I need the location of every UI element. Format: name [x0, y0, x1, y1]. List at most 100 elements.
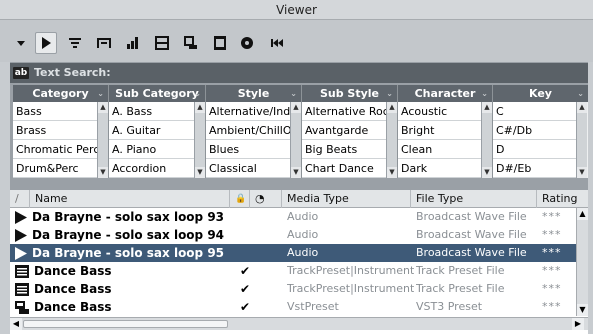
filter-item[interactable]: Brass [13, 121, 98, 140]
scroll-down-icon[interactable]: ▼ [577, 167, 587, 178]
row-rating[interactable]: *** [542, 208, 562, 226]
scroll-down-icon[interactable]: ▼ [482, 167, 492, 178]
filter-item[interactable]: C#/Db [493, 121, 577, 140]
scroll-down-icon[interactable]: ▼ [98, 167, 108, 178]
filter-item[interactable]: Ambient/ChillOut [206, 121, 291, 140]
scroll-up-icon[interactable]: ▲ [98, 102, 108, 113]
clock-icon[interactable]: ◔ [250, 190, 282, 208]
scroll-up-icon[interactable]: ▲ [577, 102, 587, 113]
scroll-up-icon[interactable]: ▲ [387, 102, 397, 113]
toolbar [0, 20, 593, 62]
filter-character[interactable]: Character ⌄ Acoustic Bright Clean Dark ▲ ▼ [398, 85, 493, 178]
horizontal-scrollbar[interactable]: ◀ ▶ [10, 317, 588, 330]
filter-scrollbar[interactable]: ▲ ▼ [481, 102, 492, 178]
table-row-selected-rest[interactable]: Audio Broadcast Wave File *** [228, 244, 576, 262]
filter-item[interactable]: Acoustic [398, 102, 482, 121]
filter-item[interactable]: D#/Eb [493, 159, 577, 178]
table-row[interactable]: Dance Bass ✔ VstPreset VST3 Preset *** [10, 298, 576, 316]
table-row[interactable]: Dance Bass ✔ TrackPreset|Instrument Trac… [10, 280, 576, 298]
filter-header-sub-style[interactable]: Sub Style ⌄ [302, 85, 397, 102]
table-row-selected[interactable]: Da Brayne - solo sax loop 95 [10, 244, 228, 262]
filter-style[interactable]: Style ⌄ Alternative/Indie Ambient/ChillOu… [206, 85, 302, 178]
filter-item[interactable]: A. Bass [109, 102, 194, 121]
filter-category[interactable]: Category ⌄ Bass Brass Chromatic Perc Drum… [13, 85, 109, 178]
scroll-left-icon[interactable]: ◀ [10, 318, 22, 330]
scroll-down-icon[interactable]: ▼ [195, 167, 205, 178]
scroll-up-icon[interactable]: ▲ [291, 102, 301, 113]
column-header-media-type[interactable]: Media Type [282, 190, 411, 208]
row-rating[interactable]: *** [542, 262, 562, 280]
scroll-thumb[interactable] [23, 320, 228, 328]
results-icon[interactable] [151, 32, 173, 54]
filter-scrollbar[interactable]: ▲ ▼ [194, 102, 205, 178]
scroll-down-icon[interactable]: ▼ [291, 167, 301, 178]
row-check: ✔ [240, 282, 251, 296]
column-header-name[interactable]: Name [30, 190, 230, 208]
row-name-label: Da Brayne - solo sax loop 93 [32, 210, 225, 224]
filter-scrollbar[interactable]: ▲ ▼ [576, 102, 587, 178]
filter-item[interactable]: Bass [13, 102, 98, 121]
scroll-up-icon[interactable]: ▲ [195, 102, 205, 113]
filter-view-icon[interactable] [93, 32, 115, 54]
filter-header-category[interactable]: Category ⌄ [13, 85, 108, 102]
vertical-scrollbar[interactable]: ▲ ▼ [576, 208, 588, 316]
filter-header-key[interactable]: Key ⌄ [493, 85, 588, 102]
row-media-type: Audio [287, 228, 319, 241]
mediabay-icon[interactable] [236, 32, 258, 54]
list-view-icon[interactable] [64, 32, 86, 54]
play-icon[interactable] [35, 32, 57, 54]
filter-header-character[interactable]: Character ⌄ [398, 85, 492, 102]
rewind-icon[interactable] [266, 32, 288, 54]
row-rating[interactable]: *** [542, 298, 562, 316]
filter-scrollbar[interactable]: ▲ ▼ [386, 102, 397, 178]
filter-item[interactable]: C [493, 102, 577, 121]
table-row[interactable]: Dance Bass ✔ TrackPreset|Instrument Trac… [10, 262, 576, 280]
filter-key[interactable]: Key ⌄ C C#/Db D D#/Eb ▲ ▼ [493, 85, 588, 178]
filter-header-sub-category[interactable]: Sub Category ⌄ [109, 85, 205, 102]
sort-column-header[interactable]: / [10, 190, 30, 208]
row-rating[interactable]: *** [542, 226, 562, 244]
row-name: Dance Bass [15, 262, 112, 280]
sort-arrow-icon: ⌄ [577, 89, 584, 98]
column-header-rating[interactable]: Rating [537, 190, 588, 208]
filter-item[interactable]: Big Beats [302, 140, 387, 159]
filter-item[interactable]: Chromatic Perc [13, 140, 98, 159]
filter-item[interactable]: A. Guitar [109, 121, 194, 140]
scroll-down-icon[interactable]: ▼ [387, 167, 397, 178]
filter-item[interactable]: A. Piano [109, 140, 194, 159]
text-search-bar[interactable]: ab Text Search: [10, 63, 588, 83]
filter-item[interactable]: Alternative Rock [302, 102, 387, 121]
filter-item[interactable]: Classical [206, 159, 291, 178]
scroll-up-icon[interactable]: ▲ [482, 102, 492, 113]
filter-item[interactable]: D [493, 140, 577, 159]
filter-sub-category[interactable]: Sub Category ⌄ A. Bass A. Guitar A. Piano… [109, 85, 206, 178]
table-row[interactable]: Da Brayne - solo sax loop 93 Audio Broad… [10, 208, 576, 226]
preview-icon[interactable] [180, 32, 202, 54]
filter-scrollbar[interactable]: ▲ ▼ [97, 102, 108, 178]
filter-item[interactable]: Chart Dance [302, 159, 387, 178]
scroll-right-icon[interactable]: ▶ [572, 318, 584, 330]
table-row[interactable]: Da Brayne - solo sax loop 94 Audio Broad… [10, 226, 576, 244]
filter-sub-style[interactable]: Sub Style ⌄ Alternative Rock Avantgarde B… [302, 85, 398, 178]
filter-item[interactable]: Bright [398, 121, 482, 140]
scroll-down-icon[interactable]: ▼ [577, 304, 588, 316]
filter-item[interactable]: Clean [398, 140, 482, 159]
level-meter-icon[interactable] [122, 32, 144, 54]
lock-icon[interactable]: 🔒 [230, 190, 250, 208]
filter-scrollbar[interactable]: ▲ ▼ [290, 102, 301, 178]
filter-item[interactable]: Avantgarde [302, 121, 387, 140]
filter-item[interactable]: Accordion [109, 159, 194, 178]
column-header-file-type[interactable]: File Type [411, 190, 537, 208]
filter-header-style[interactable]: Style ⌄ [206, 85, 301, 102]
row-rating[interactable]: *** [542, 244, 562, 262]
filter-item[interactable]: Alternative/Indie [206, 102, 291, 121]
row-name: Da Brayne - solo sax loop 95 [15, 244, 224, 262]
row-name: Da Brayne - solo sax loop 93 [15, 208, 224, 226]
row-rating[interactable]: *** [542, 280, 562, 298]
filter-item[interactable]: Dark [398, 159, 482, 178]
filter-item[interactable]: Drum&Perc [13, 159, 98, 178]
column-icon[interactable] [209, 32, 231, 54]
menu-arrow-icon[interactable] [10, 32, 32, 54]
scroll-up-icon[interactable]: ▲ [577, 208, 588, 220]
filter-item[interactable]: Blues [206, 140, 291, 159]
